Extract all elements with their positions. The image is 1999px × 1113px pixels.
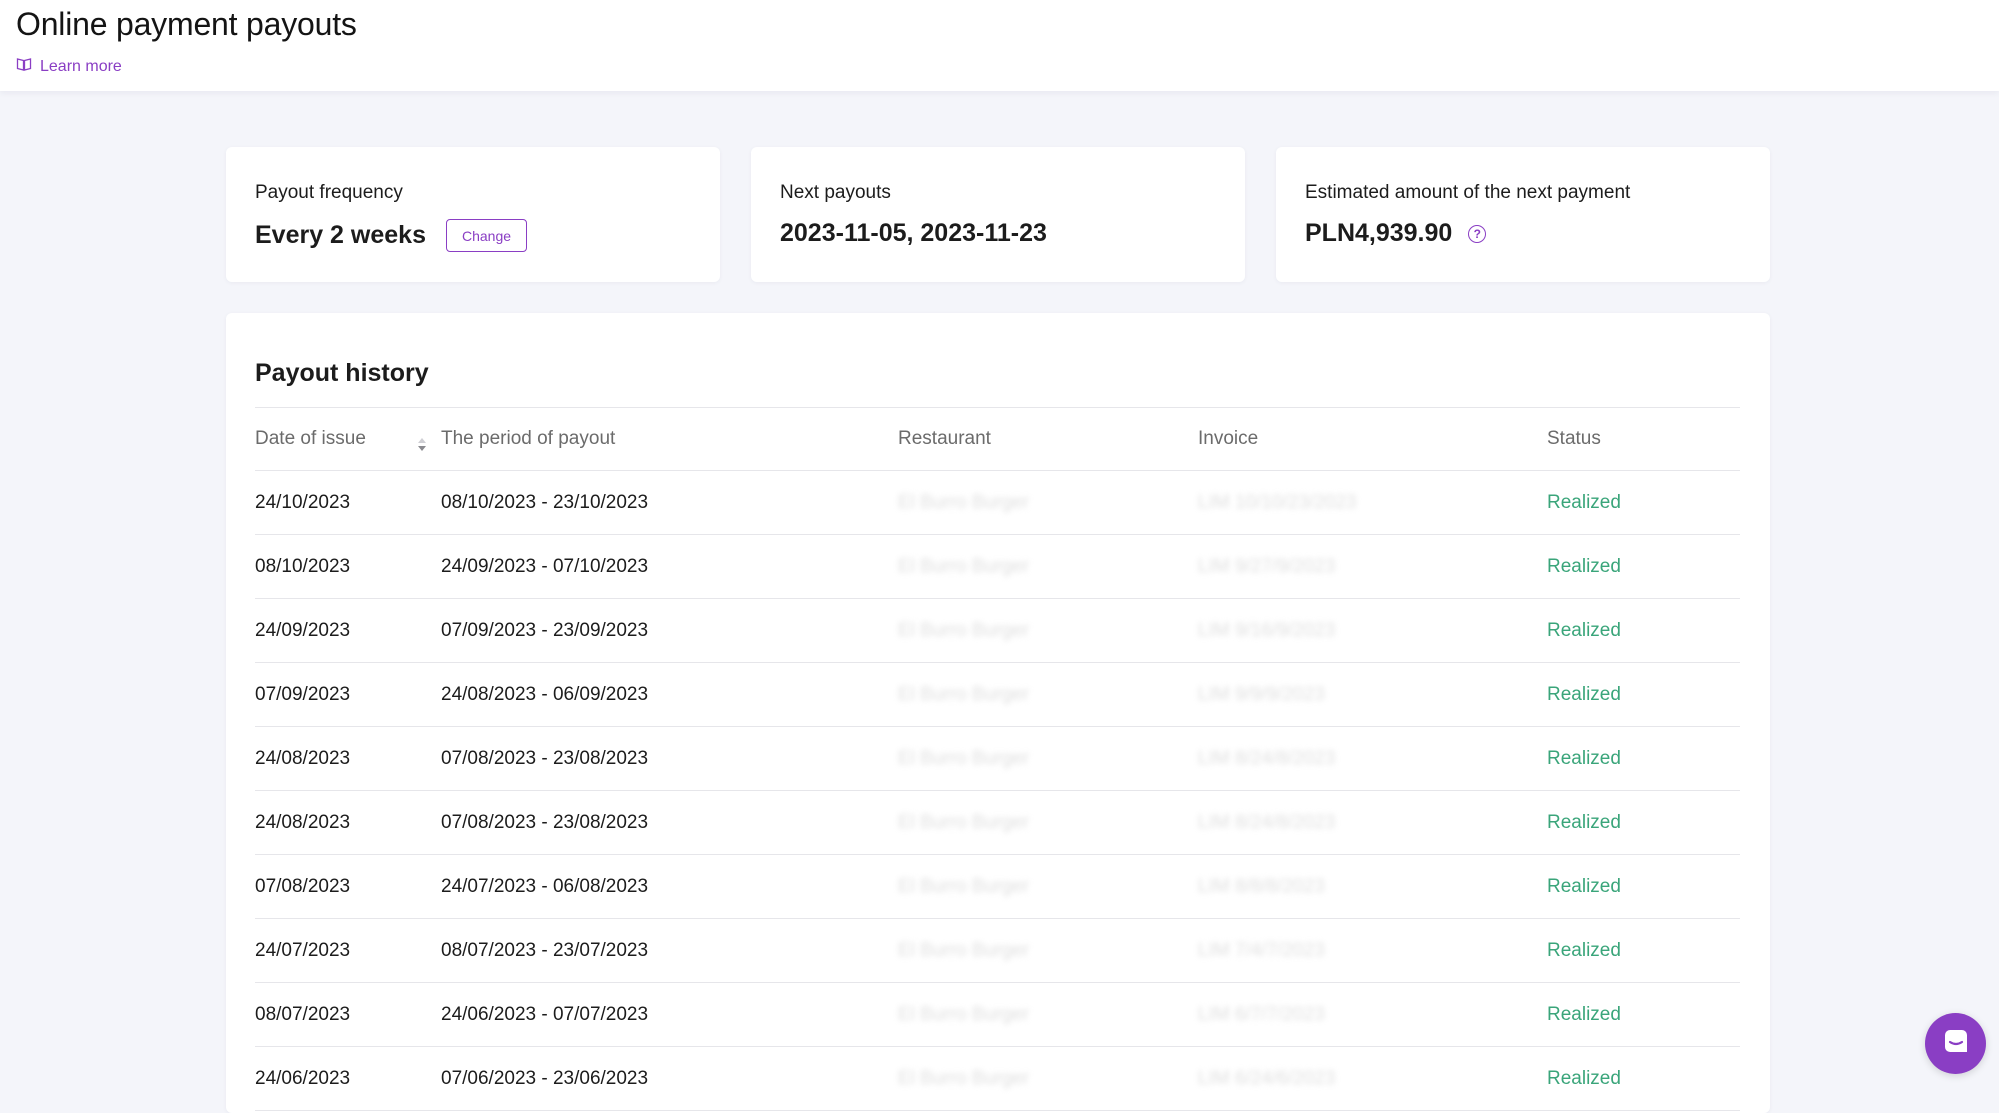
payout-frequency-label: Payout frequency: [255, 182, 403, 203]
cell-period: 07/08/2023 - 23/08/2023: [441, 747, 649, 769]
cell-invoice: LIM 6/24/6/2023: [1198, 1067, 1336, 1089]
cell-status: Realized: [1547, 939, 1621, 961]
cell-status: Realized: [1547, 875, 1621, 897]
table-row: 24/07/2023 08/07/2023 - 23/07/2023 El Burr…: [255, 919, 1740, 983]
cell-period: 24/09/2023 - 07/10/2023: [441, 555, 649, 577]
payout-frequency-card: Payout frequency Every 2 weeks Change: [226, 147, 720, 282]
cell-period: 07/06/2023 - 23/06/2023: [441, 1067, 649, 1089]
cell-date: 24/09/2023: [255, 619, 351, 641]
cell-period: 24/06/2023 - 07/07/2023: [441, 1003, 649, 1025]
cell-date: 24/08/2023: [255, 811, 351, 833]
cell-status: Realized: [1547, 619, 1621, 641]
cell-restaurant: El Burro Burger: [898, 1067, 1029, 1089]
cell-status: Realized: [1547, 491, 1621, 513]
page-header: Online payment payouts Learn more: [0, 0, 1999, 91]
column-header-restaurant: Restaurant: [898, 428, 991, 449]
table-row: 24/10/2023 08/10/2023 - 23/10/2023 El Burr…: [255, 471, 1740, 535]
payout-history-table: Date of issue The period of payout Resta…: [255, 407, 1740, 1111]
book-icon: [16, 56, 32, 77]
cell-status: Realized: [1547, 1003, 1621, 1025]
cell-period: 07/08/2023 - 23/08/2023: [441, 811, 649, 833]
table-row: 07/08/2023 24/07/2023 - 06/08/2023 El Burr…: [255, 855, 1740, 919]
cell-restaurant: El Burro Burger: [898, 555, 1029, 577]
cell-date: 07/09/2023: [255, 683, 351, 705]
table-row: 24/09/2023 07/09/2023 - 23/09/2023 El Burr…: [255, 599, 1740, 663]
cell-period: 07/09/2023 - 23/09/2023: [441, 619, 649, 641]
chat-icon: [1942, 1027, 1970, 1060]
cell-status: Realized: [1547, 811, 1621, 833]
table-row: 08/07/2023 24/06/2023 - 07/07/2023 El Burr…: [255, 983, 1740, 1047]
cell-status: Realized: [1547, 747, 1621, 769]
payout-frequency-value: Every 2 weeks: [255, 221, 426, 249]
cell-invoice: LIM 6/7/7/2023: [1198, 1003, 1325, 1025]
estimated-amount-value: PLN4,939.90: [1305, 219, 1453, 247]
summary-cards: Payout frequency Every 2 weeks Change Ne…: [226, 147, 1770, 282]
table-row: 24/08/2023 07/08/2023 - 23/08/2023 El Burr…: [255, 727, 1740, 791]
cell-period: 24/07/2023 - 06/08/2023: [441, 875, 649, 897]
cell-invoice: LIM 8/24/8/2023: [1198, 811, 1336, 833]
cell-date: 07/08/2023: [255, 875, 351, 897]
column-header-status: Status: [1547, 428, 1601, 449]
cell-restaurant: El Burro Burger: [898, 811, 1029, 833]
cell-invoice: LIM 7/4/7/2023: [1198, 939, 1325, 961]
cell-period: 24/08/2023 - 06/09/2023: [441, 683, 649, 705]
cell-status: Realized: [1547, 1067, 1621, 1089]
table-row: 24/06/2023 07/06/2023 - 23/06/2023 El Burr…: [255, 1047, 1740, 1111]
cell-restaurant: El Burro Burger: [898, 1003, 1029, 1025]
cell-restaurant: El Burro Burger: [898, 875, 1029, 897]
column-header-invoice: Invoice: [1198, 428, 1259, 449]
cell-restaurant: El Burro Burger: [898, 491, 1029, 513]
cell-invoice: LIM 9/16/9/2023: [1198, 619, 1336, 641]
table-row: 24/08/2023 07/08/2023 - 23/08/2023 El Burr…: [255, 791, 1740, 855]
estimated-amount-card: Estimated amount of the next payment PLN…: [1276, 147, 1770, 282]
learn-more-link[interactable]: Learn more: [16, 56, 122, 77]
table-body: 24/10/2023 08/10/2023 - 23/10/2023 El Burr…: [255, 471, 1740, 1111]
cell-restaurant: El Burro Burger: [898, 683, 1029, 705]
cell-period: 08/10/2023 - 23/10/2023: [441, 491, 649, 513]
table-row: 08/10/2023 24/09/2023 - 07/10/2023 El Burr…: [255, 535, 1740, 599]
cell-restaurant: El Burro Burger: [898, 747, 1029, 769]
cell-restaurant: El Burro Burger: [898, 939, 1029, 961]
cell-date: 24/08/2023: [255, 747, 351, 769]
column-header-period: The period of payout: [441, 428, 616, 449]
payout-history-title: Payout history: [255, 359, 429, 387]
column-header-date: Date of issue: [255, 428, 366, 449]
estimated-amount-label: Estimated amount of the next payment: [1305, 182, 1631, 203]
next-payouts-label: Next payouts: [780, 182, 891, 203]
next-payouts-value: 2023-11-05, 2023-11-23: [780, 219, 1047, 247]
help-icon[interactable]: ?: [1468, 224, 1487, 243]
table-header-row: Date of issue The period of payout Resta…: [255, 408, 1740, 471]
cell-status: Realized: [1547, 683, 1621, 705]
next-payouts-card: Next payouts 2023-11-05, 2023-11-23: [751, 147, 1245, 282]
learn-more-label: Learn more: [40, 57, 122, 75]
chat-button[interactable]: [1925, 1013, 1986, 1074]
cell-date: 08/10/2023: [255, 555, 351, 577]
sort-icon[interactable]: [415, 436, 429, 454]
cell-restaurant: El Burro Burger: [898, 619, 1029, 641]
change-frequency-button[interactable]: Change: [445, 219, 528, 252]
cell-date: 24/07/2023: [255, 939, 351, 961]
cell-invoice: LIM 9/9/9/2023: [1198, 683, 1325, 705]
cell-invoice: LIM 8/8/8/2023: [1198, 875, 1325, 897]
payout-history-panel: Payout history Date of issue The period …: [226, 313, 1770, 1113]
cell-invoice: LIM 9/27/9/2023: [1198, 555, 1336, 577]
page-title: Online payment payouts: [16, 6, 357, 42]
cell-date: 24/06/2023: [255, 1067, 351, 1089]
cell-status: Realized: [1547, 555, 1621, 577]
cell-date: 08/07/2023: [255, 1003, 351, 1025]
cell-invoice: LIM 10/10/23/2023: [1198, 491, 1357, 513]
cell-date: 24/10/2023: [255, 491, 351, 513]
cell-invoice: LIM 8/24/8/2023: [1198, 747, 1336, 769]
cell-period: 08/07/2023 - 23/07/2023: [441, 939, 649, 961]
table-row: 07/09/2023 24/08/2023 - 06/09/2023 El Burr…: [255, 663, 1740, 727]
